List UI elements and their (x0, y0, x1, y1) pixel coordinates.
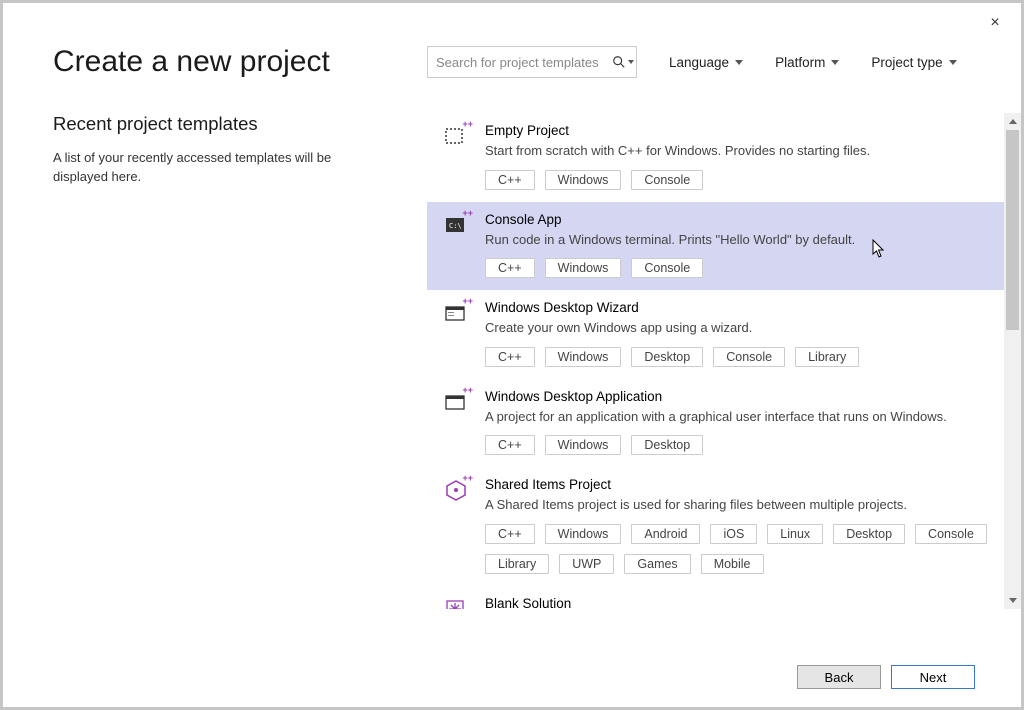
chevron-down-icon (735, 60, 743, 65)
template-item[interactable]: Blank SolutionCreate an empty solution c… (427, 586, 1004, 609)
template-tag: Library (485, 554, 549, 574)
template-tag: Windows (545, 435, 622, 455)
close-icon: × (990, 14, 999, 32)
template-item[interactable]: ++ Shared Items Project A Shared Items pro… (427, 467, 1004, 586)
search-box[interactable] (427, 46, 637, 78)
filter-language[interactable]: Language (669, 55, 743, 70)
filter-label: Platform (775, 55, 825, 70)
template-list: ++ Empty Project Start from scratch with C… (427, 113, 1004, 609)
template-description: A Shared Items project is used for shari… (485, 496, 988, 514)
filter-label: Project type (871, 55, 942, 70)
template-tag: Android (631, 524, 700, 544)
template-tag: Mobile (701, 554, 764, 574)
template-item[interactable]: ++ Empty Project Start from scratch with C… (427, 113, 1004, 202)
template-tag: Windows (545, 258, 622, 278)
template-tag: Console (915, 524, 987, 544)
template-description: Run code in a Windows terminal. Prints "… (485, 231, 988, 249)
filter-platform[interactable]: Platform (775, 55, 839, 70)
search-icon[interactable] (612, 55, 634, 69)
blank-solution-icon (443, 596, 469, 609)
template-tag: Desktop (631, 347, 703, 367)
scroll-thumb[interactable] (1006, 130, 1019, 330)
template-tags: C++ Windows Desktop (485, 435, 988, 455)
filter-label: Language (669, 55, 729, 70)
template-tag: C++ (485, 435, 535, 455)
scroll-up-button[interactable] (1004, 113, 1021, 130)
header: Create a new project Language Platform P… (3, 3, 1021, 79)
svg-text:C:\: C:\ (449, 222, 462, 230)
template-tag: iOS (710, 524, 757, 544)
template-tag: Windows (545, 524, 622, 544)
page-title: Create a new project (53, 45, 403, 79)
template-tag: Console (713, 347, 785, 367)
back-button[interactable]: Back (797, 665, 881, 689)
template-list-pane: ++ Empty Project Start from scratch with C… (427, 113, 1021, 609)
template-title: Windows Desktop Wizard (485, 300, 988, 315)
recent-templates-description: A list of your recently accessed templat… (53, 149, 353, 187)
search-input[interactable] (436, 55, 612, 70)
template-tag: Desktop (833, 524, 905, 544)
template-description: A project for an application with a grap… (485, 408, 988, 426)
template-tag: Linux (767, 524, 823, 544)
template-description: Start from scratch with C++ for Windows.… (485, 142, 988, 160)
template-tag: Desktop (631, 435, 703, 455)
template-tag: Console (631, 258, 703, 278)
close-button[interactable]: × (983, 11, 1007, 35)
scrollbar[interactable] (1004, 113, 1021, 609)
chevron-down-icon (949, 60, 957, 65)
template-tag: Windows (545, 170, 622, 190)
template-tag: Console (631, 170, 703, 190)
template-title: Shared Items Project (485, 477, 988, 492)
template-title: Blank Solution (485, 596, 988, 609)
template-tag: C++ (485, 170, 535, 190)
template-tags: C++ Windows Android iOS Linux Desktop Console L… (485, 524, 988, 574)
template-tags: C++ Windows Console (485, 170, 988, 190)
recent-templates-panel: Recent project templates A list of your … (53, 113, 403, 609)
recent-templates-title: Recent project templates (53, 113, 403, 135)
template-title: Console App (485, 212, 988, 227)
template-tag: C++ (485, 258, 535, 278)
footer: Back Next (797, 665, 975, 689)
template-item[interactable]: C:\++ Console App Run code in a Windows te… (427, 202, 1004, 291)
console-app-icon: C:\++ (443, 212, 469, 238)
template-tag: Games (624, 554, 690, 574)
empty-project-icon: ++ (443, 123, 469, 149)
template-tags: C++ Windows Desktop Console Library (485, 347, 988, 367)
template-title: Windows Desktop Application (485, 389, 988, 404)
shared-items-icon: ++ (443, 477, 469, 503)
template-tag: Library (795, 347, 859, 367)
scroll-down-button[interactable] (1004, 592, 1021, 609)
template-tags: C++ Windows Console (485, 258, 988, 278)
template-item[interactable]: ++ Windows Desktop Wizard Create your own … (427, 290, 1004, 379)
template-tag: UWP (559, 554, 614, 574)
template-tag: Windows (545, 347, 622, 367)
template-description: Create your own Windows app using a wiza… (485, 319, 988, 337)
template-tag: C++ (485, 347, 535, 367)
desktop-app-icon: ++ (443, 389, 469, 415)
template-item[interactable]: ++ Windows Desktop Application A project f… (427, 379, 1004, 468)
next-button[interactable]: Next (891, 665, 975, 689)
filter-project-type[interactable]: Project type (871, 55, 956, 70)
desktop-wizard-icon: ++ (443, 300, 469, 326)
chevron-down-icon (831, 60, 839, 65)
template-title: Empty Project (485, 123, 988, 138)
template-tag: C++ (485, 524, 535, 544)
